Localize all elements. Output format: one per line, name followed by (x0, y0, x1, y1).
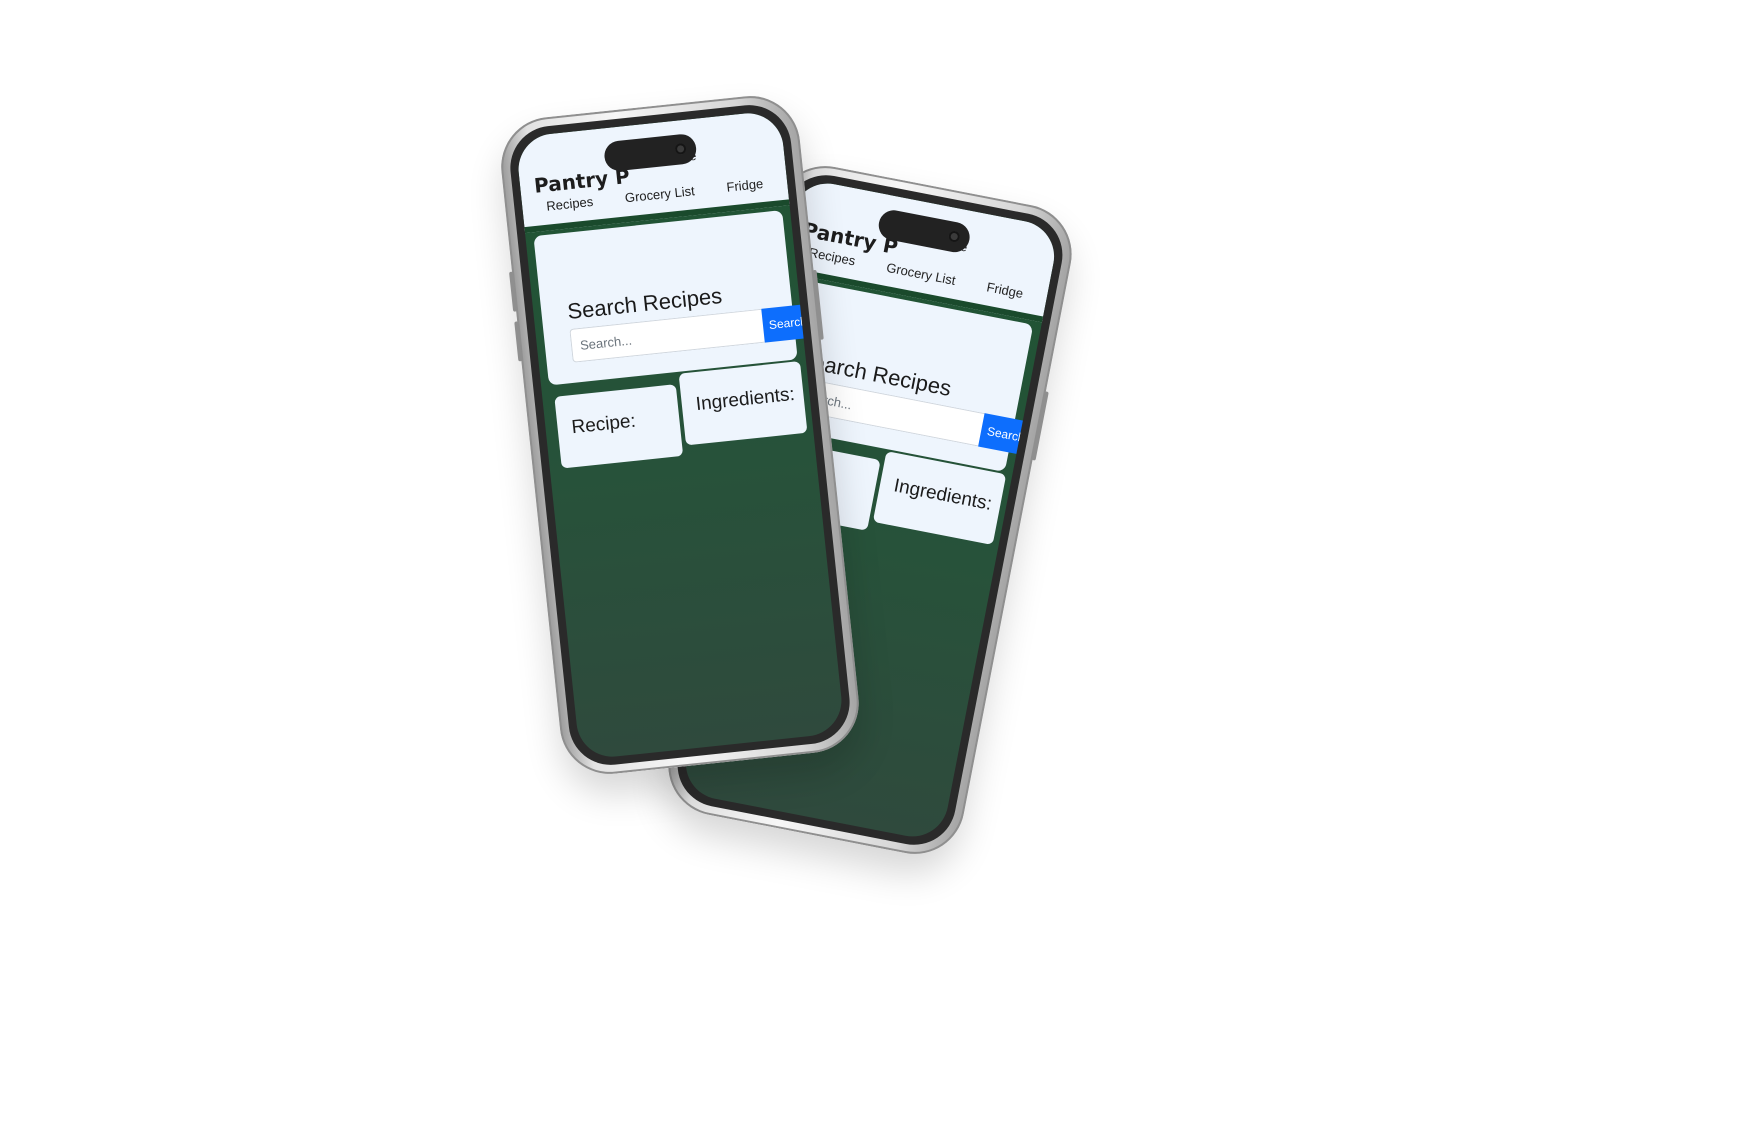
search-card: Search Recipes Search (533, 210, 815, 386)
nav-link-grocery-list[interactable]: Grocery List (624, 183, 695, 205)
mockup-stage: Pantry P ne Recipes Grocery List Fridge … (0, 0, 1748, 1130)
volume-button (509, 271, 518, 312)
recipe-label: Recipe: (570, 410, 637, 439)
phone-screen: Pantry P ne Recipes Grocery List Fridge … (515, 109, 845, 761)
nav-link-recipes[interactable]: Recipes (546, 194, 594, 214)
ingredients-card: Ingredients: (678, 361, 808, 446)
nav-link-grocery-list[interactable]: Grocery List (885, 260, 957, 288)
search-button[interactable]: Search (978, 413, 1034, 457)
phone-bezel: Pantry P ne Recipes Grocery List Fridge … (506, 101, 854, 769)
nav-link-fridge[interactable]: Fridge (726, 176, 764, 195)
recipe-card: Recipe: (554, 384, 684, 469)
ingredients-label: Ingredients: (694, 383, 796, 416)
volume-button (514, 321, 523, 362)
search-button[interactable]: Search (761, 303, 815, 343)
camera-icon (947, 230, 961, 243)
camera-icon (674, 142, 687, 155)
nav-link-fridge[interactable]: Fridge (985, 279, 1024, 301)
ingredients-label: Ingredients: (892, 475, 994, 515)
